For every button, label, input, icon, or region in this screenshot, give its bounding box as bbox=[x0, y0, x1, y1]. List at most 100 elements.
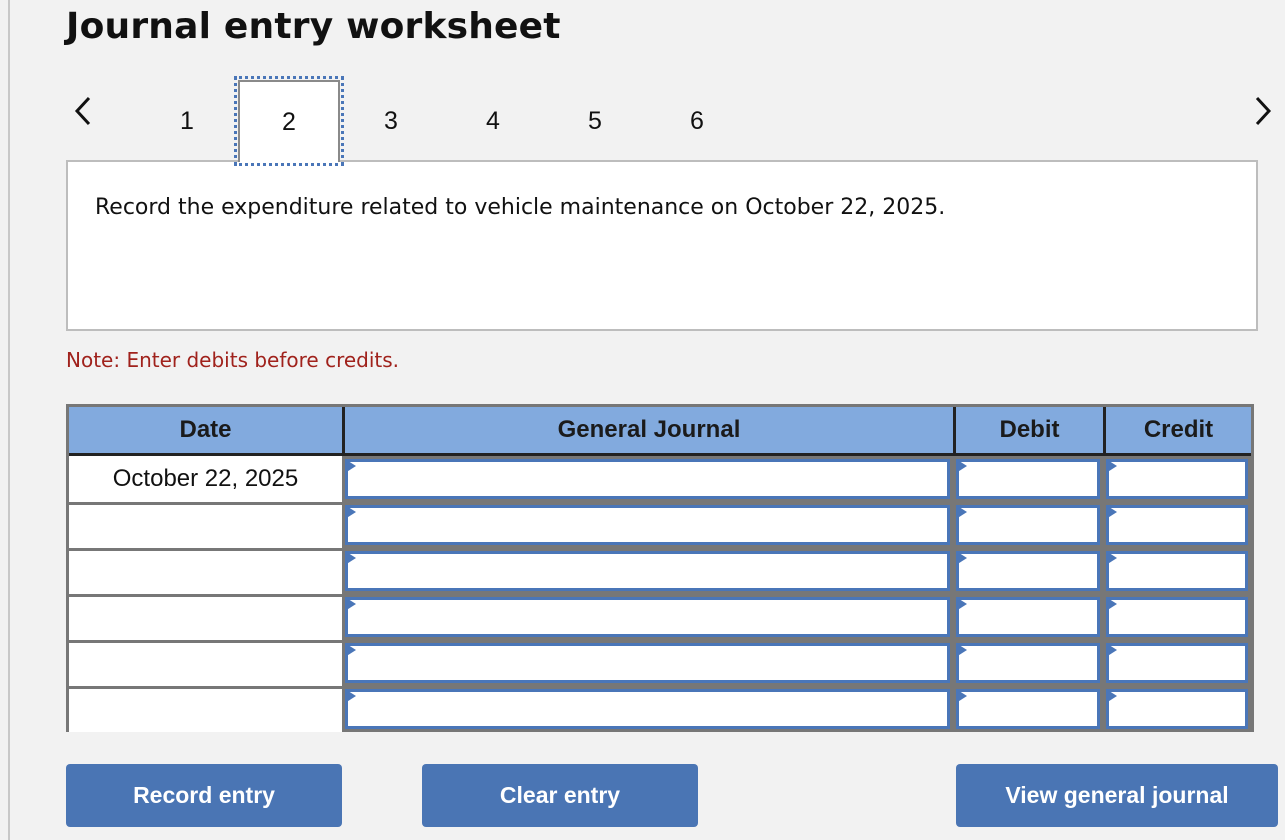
account-input[interactable] bbox=[348, 692, 947, 726]
page-left-border bbox=[8, 0, 10, 840]
date-cell: October 22, 2025 bbox=[69, 456, 342, 502]
credit-input-wrapper bbox=[1106, 459, 1248, 499]
dropdown-flag-icon bbox=[345, 505, 356, 519]
question-prompt-panel: Record the expenditure related to vehicl… bbox=[66, 160, 1258, 331]
debit-input-cell bbox=[953, 640, 1103, 686]
dropdown-flag-icon bbox=[1106, 551, 1117, 565]
debit-input-cell bbox=[953, 594, 1103, 640]
credit-input-cell bbox=[1103, 594, 1251, 640]
column-header-general-journal: General Journal bbox=[342, 407, 953, 456]
dropdown-flag-icon bbox=[956, 643, 967, 657]
account-input-wrapper bbox=[345, 643, 950, 683]
account-input-cell bbox=[342, 686, 953, 732]
debit-input-wrapper bbox=[956, 689, 1100, 729]
account-input-wrapper bbox=[345, 551, 950, 591]
dropdown-flag-icon bbox=[1106, 459, 1117, 473]
date-cell bbox=[69, 502, 342, 548]
credit-input[interactable] bbox=[1109, 692, 1245, 726]
credit-input-wrapper bbox=[1106, 551, 1248, 591]
dropdown-flag-icon bbox=[956, 551, 967, 565]
tab-1[interactable]: 1 bbox=[136, 80, 238, 162]
tab-3[interactable]: 3 bbox=[340, 80, 442, 162]
dropdown-flag-icon bbox=[345, 459, 356, 473]
debit-input-cell bbox=[953, 686, 1103, 732]
debit-input[interactable] bbox=[959, 600, 1097, 634]
debit-input[interactable] bbox=[959, 462, 1097, 496]
date-cell bbox=[69, 686, 342, 732]
dropdown-flag-icon bbox=[956, 597, 967, 611]
record-entry-button[interactable]: Record entry bbox=[66, 764, 342, 827]
debit-input-wrapper bbox=[956, 643, 1100, 683]
date-cell bbox=[69, 548, 342, 594]
account-input-cell bbox=[342, 548, 953, 594]
credit-input-wrapper bbox=[1106, 505, 1248, 545]
debit-input[interactable] bbox=[959, 508, 1097, 542]
clear-entry-button[interactable]: Clear entry bbox=[422, 764, 698, 827]
tab-4[interactable]: 4 bbox=[442, 80, 544, 162]
tab-6[interactable]: 6 bbox=[646, 80, 748, 162]
column-header-credit: Credit bbox=[1103, 407, 1251, 456]
credit-input[interactable] bbox=[1109, 508, 1245, 542]
question-prompt-text: Record the expenditure related to vehicl… bbox=[95, 195, 946, 220]
account-input-wrapper bbox=[345, 459, 950, 499]
account-input-wrapper bbox=[345, 505, 950, 545]
credit-input-wrapper bbox=[1106, 643, 1248, 683]
debit-input[interactable] bbox=[959, 692, 1097, 726]
tab-2[interactable]: 2 bbox=[234, 76, 344, 166]
dropdown-flag-icon bbox=[345, 643, 356, 657]
tab-5[interactable]: 5 bbox=[544, 80, 646, 162]
debit-input-wrapper bbox=[956, 459, 1100, 499]
tab-label: 1 bbox=[180, 106, 194, 135]
debit-input-cell bbox=[953, 548, 1103, 594]
instruction-note: Note: Enter debits before credits. bbox=[66, 348, 400, 372]
account-input[interactable] bbox=[348, 462, 947, 496]
tab-label: 6 bbox=[690, 106, 704, 135]
dropdown-flag-icon bbox=[956, 459, 967, 473]
prev-button[interactable] bbox=[72, 92, 94, 130]
account-input-cell bbox=[342, 456, 953, 502]
page-title: Journal entry worksheet bbox=[66, 6, 561, 47]
dropdown-flag-icon bbox=[956, 689, 967, 703]
credit-input-cell bbox=[1103, 686, 1251, 732]
tab-label: 5 bbox=[588, 106, 602, 135]
tab-label: 4 bbox=[486, 106, 500, 135]
debit-input[interactable] bbox=[959, 554, 1097, 588]
credit-input[interactable] bbox=[1109, 646, 1245, 680]
dropdown-flag-icon bbox=[345, 689, 356, 703]
chevron-right-icon bbox=[1255, 96, 1272, 126]
account-input[interactable] bbox=[348, 646, 947, 680]
dropdown-flag-icon bbox=[1106, 689, 1117, 703]
dropdown-flag-icon bbox=[1106, 643, 1117, 657]
column-header-date: Date bbox=[69, 407, 342, 456]
chevron-left-icon bbox=[74, 96, 91, 126]
credit-input-cell bbox=[1103, 548, 1251, 594]
credit-input-cell bbox=[1103, 456, 1251, 502]
debit-input-cell bbox=[953, 502, 1103, 548]
account-input-wrapper bbox=[345, 597, 950, 637]
credit-input-wrapper bbox=[1106, 597, 1248, 637]
credit-input-cell bbox=[1103, 640, 1251, 686]
account-input-cell bbox=[342, 502, 953, 548]
account-input-cell bbox=[342, 594, 953, 640]
dropdown-flag-icon bbox=[345, 551, 356, 565]
account-input[interactable] bbox=[348, 508, 947, 542]
debit-input-cell bbox=[953, 456, 1103, 502]
journal-entry-table: Date General Journal Debit Credit Octobe… bbox=[66, 404, 1254, 732]
date-cell bbox=[69, 640, 342, 686]
column-header-debit: Debit bbox=[953, 407, 1103, 456]
account-input[interactable] bbox=[348, 554, 947, 588]
view-general-journal-button[interactable]: View general journal bbox=[956, 764, 1278, 827]
account-input[interactable] bbox=[348, 600, 947, 634]
account-input-wrapper bbox=[345, 689, 950, 729]
tab-label: 3 bbox=[384, 106, 398, 135]
next-button[interactable] bbox=[1252, 92, 1274, 130]
credit-input[interactable] bbox=[1109, 600, 1245, 634]
debit-input-wrapper bbox=[956, 551, 1100, 591]
credit-input[interactable] bbox=[1109, 554, 1245, 588]
credit-input[interactable] bbox=[1109, 462, 1245, 496]
date-cell bbox=[69, 594, 342, 640]
account-input-cell bbox=[342, 640, 953, 686]
credit-input-wrapper bbox=[1106, 689, 1248, 729]
debit-input-wrapper bbox=[956, 505, 1100, 545]
debit-input[interactable] bbox=[959, 646, 1097, 680]
